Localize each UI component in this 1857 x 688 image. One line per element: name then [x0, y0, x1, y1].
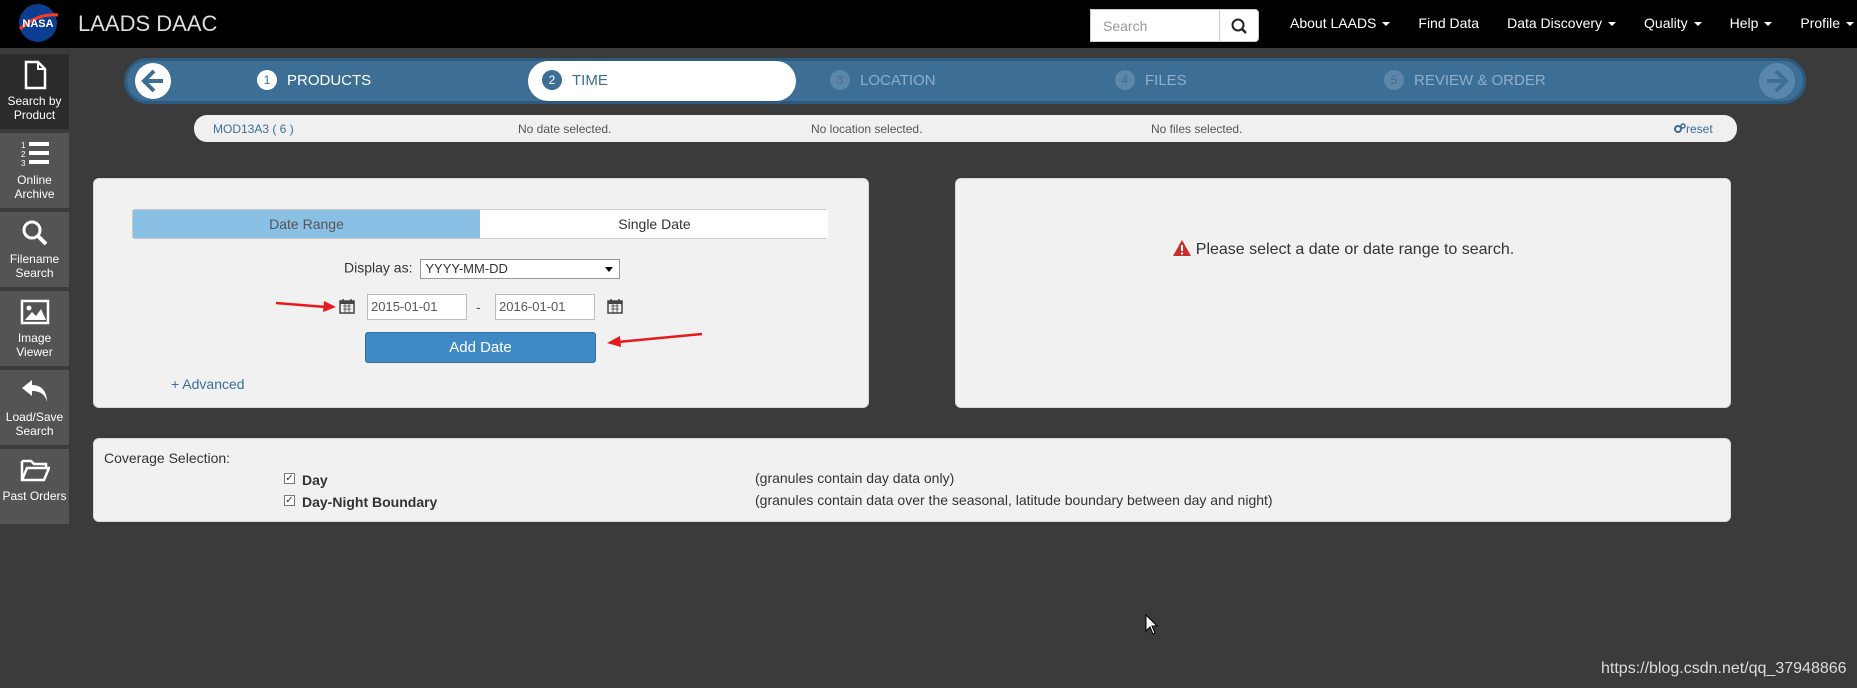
day-night-boundary-label[interactable]: Day-Night Boundary [302, 494, 437, 510]
step-time[interactable]: 2 TIME [528, 61, 796, 101]
arrow-left-icon [141, 69, 163, 93]
wizard-back-button[interactable] [135, 63, 171, 99]
date-mode-toggle: Date Range Single Date [132, 209, 828, 239]
date-format-select[interactable]: YYYY-MM-DD [420, 259, 621, 279]
caret-down-icon [1382, 22, 1391, 27]
nasa-logo[interactable]: NASA [16, 3, 60, 43]
tab-single-date[interactable]: Single Date [481, 210, 828, 238]
sidebar-item-online-archive[interactable]: 1 2 3 Online Archive [0, 133, 69, 208]
sidebar-item-image-viewer[interactable]: Image Viewer [0, 291, 69, 366]
step-number: 2 [542, 70, 562, 90]
caret-down-icon [605, 267, 614, 272]
step-review-order[interactable]: 5 REVIEW & ORDER [1384, 61, 1546, 101]
results-panel: Please select a date or date range to se… [955, 178, 1731, 408]
brand-title[interactable]: LAADS DAAC [78, 11, 217, 37]
nav-about-laads[interactable]: About LAADS [1276, 0, 1404, 48]
sidebar-item-search-by-product[interactable]: Search by Product [0, 54, 69, 129]
svg-text:2: 2 [21, 150, 26, 159]
calendar-icon[interactable] [607, 298, 623, 314]
alert-text: Please select a date or date range to se… [1195, 241, 1515, 258]
nav-find-data[interactable]: Find Data [1404, 0, 1493, 48]
step-number: 1 [257, 70, 277, 90]
step-label: LOCATION [860, 72, 936, 89]
end-date-input[interactable]: 2016-01-01 [495, 294, 595, 320]
caret-down-icon [1764, 22, 1773, 27]
step-location[interactable]: 3 LOCATION [830, 61, 936, 101]
step-products[interactable]: 1 PRODUCTS [257, 61, 371, 101]
day-label[interactable]: Day [302, 472, 328, 488]
document-icon [24, 60, 46, 90]
display-format-row: Display as: YYYY-MM-DD [344, 259, 621, 279]
nav-help[interactable]: Help [1716, 0, 1787, 48]
sidebar-item-label: Online Archive [14, 173, 55, 201]
annotation-arrow-icon [275, 301, 336, 312]
top-navbar: NASA LAADS DAAC Search About LAADS Find … [0, 0, 1857, 48]
reset-link[interactable]: reset [1674, 122, 1713, 136]
display-as-label: Display as: [344, 259, 413, 276]
summary-files: No files selected. [1151, 122, 1243, 136]
image-icon [20, 299, 49, 325]
step-label: FILES [1145, 72, 1187, 89]
coverage-title: Coverage Selection: [104, 450, 231, 466]
list-icon: 1 2 3 [21, 141, 49, 168]
day-description: (granules contain day data only) [755, 470, 955, 486]
nav-data-discovery[interactable]: Data Discovery [1493, 0, 1630, 48]
caret-down-icon [1608, 22, 1617, 27]
undo-icon [21, 380, 47, 402]
day-checkbox[interactable]: ✓ [284, 473, 295, 484]
mouse-cursor-icon [1145, 614, 1159, 635]
caret-down-icon [1846, 22, 1855, 27]
search-wizard: 1 PRODUCTS 2 TIME 3 LOCATION 4 FILES 5 REVIEW… [124, 58, 1806, 104]
day-night-boundary-checkbox[interactable]: ✓ [284, 495, 295, 506]
sidebar-item-past-orders[interactable]: Past Orders [0, 449, 69, 524]
sidebar-item-label: Filename Search [9, 252, 60, 280]
summary-location: No location selected. [811, 122, 923, 136]
sidebar-item-label: Search by Product [7, 94, 62, 122]
time-selection-panel: Date Range Single Date Display as: YYYY-… [93, 178, 869, 408]
annotation-arrow-icon [607, 332, 703, 347]
nav-quality[interactable]: Quality [1630, 0, 1716, 48]
wizard-next-button[interactable] [1759, 63, 1795, 99]
sidebar-item-filename-search[interactable]: Filename Search [0, 212, 69, 287]
tab-date-range[interactable]: Date Range [133, 210, 480, 238]
step-number: 5 [1384, 70, 1404, 90]
step-label: PRODUCTS [287, 72, 372, 89]
nav-profile[interactable]: Profile [1786, 0, 1857, 48]
sidebar-item-load-save-search[interactable]: Load/Save Search [0, 370, 69, 445]
sidebar-item-label: Past Orders [2, 489, 67, 503]
coverage-selection-panel: Coverage Selection: ✓ Day (granules cont… [93, 438, 1731, 522]
search-button[interactable] [1219, 9, 1259, 42]
step-label: REVIEW & ORDER [1414, 72, 1546, 89]
step-number: 4 [1115, 70, 1135, 90]
summary-product[interactable]: MOD13A3 ( 6 ) [213, 122, 294, 136]
gears-icon [1674, 123, 1686, 133]
main-nav: About LAADS Find Data Data Discovery Qua… [1276, 0, 1857, 48]
arrow-right-icon [1767, 69, 1789, 93]
summary-date: No date selected. [518, 122, 612, 136]
step-number: 3 [830, 70, 850, 90]
warning-icon [1172, 240, 1191, 256]
date-separator: - [476, 299, 481, 315]
step-files[interactable]: 4 FILES [1115, 61, 1187, 101]
calendar-icon[interactable] [339, 298, 355, 314]
watermark: https://blog.csdn.net/qq_37948866 [1601, 660, 1847, 677]
search-icon [1231, 18, 1247, 34]
add-date-button[interactable]: Add Date [365, 332, 596, 363]
selection-summary: MOD13A3 ( 6 ) No date selected. No locat… [194, 115, 1737, 142]
svg-text:1: 1 [21, 141, 26, 150]
caret-down-icon [1693, 22, 1702, 27]
advanced-link[interactable]: + Advanced [171, 376, 245, 392]
sidebar-item-label: Image Viewer [16, 331, 53, 359]
day-night-boundary-description: (granules contain data over the seasonal… [755, 492, 1273, 508]
sidebar-item-label: Load/Save Search [5, 410, 64, 438]
no-date-alert: Please select a date or date range to se… [956, 239, 1730, 259]
svg-text:NASA: NASA [22, 18, 53, 30]
search-input[interactable]: Search [1090, 9, 1219, 42]
step-label: TIME [572, 72, 608, 89]
svg-text:3: 3 [21, 159, 26, 168]
start-date-input[interactable]: 2015-01-01 [367, 294, 467, 320]
sidebar: Search by Product 1 2 3 Online Archive F… [0, 54, 69, 528]
folder-icon [20, 459, 50, 482]
search-icon [22, 220, 47, 246]
